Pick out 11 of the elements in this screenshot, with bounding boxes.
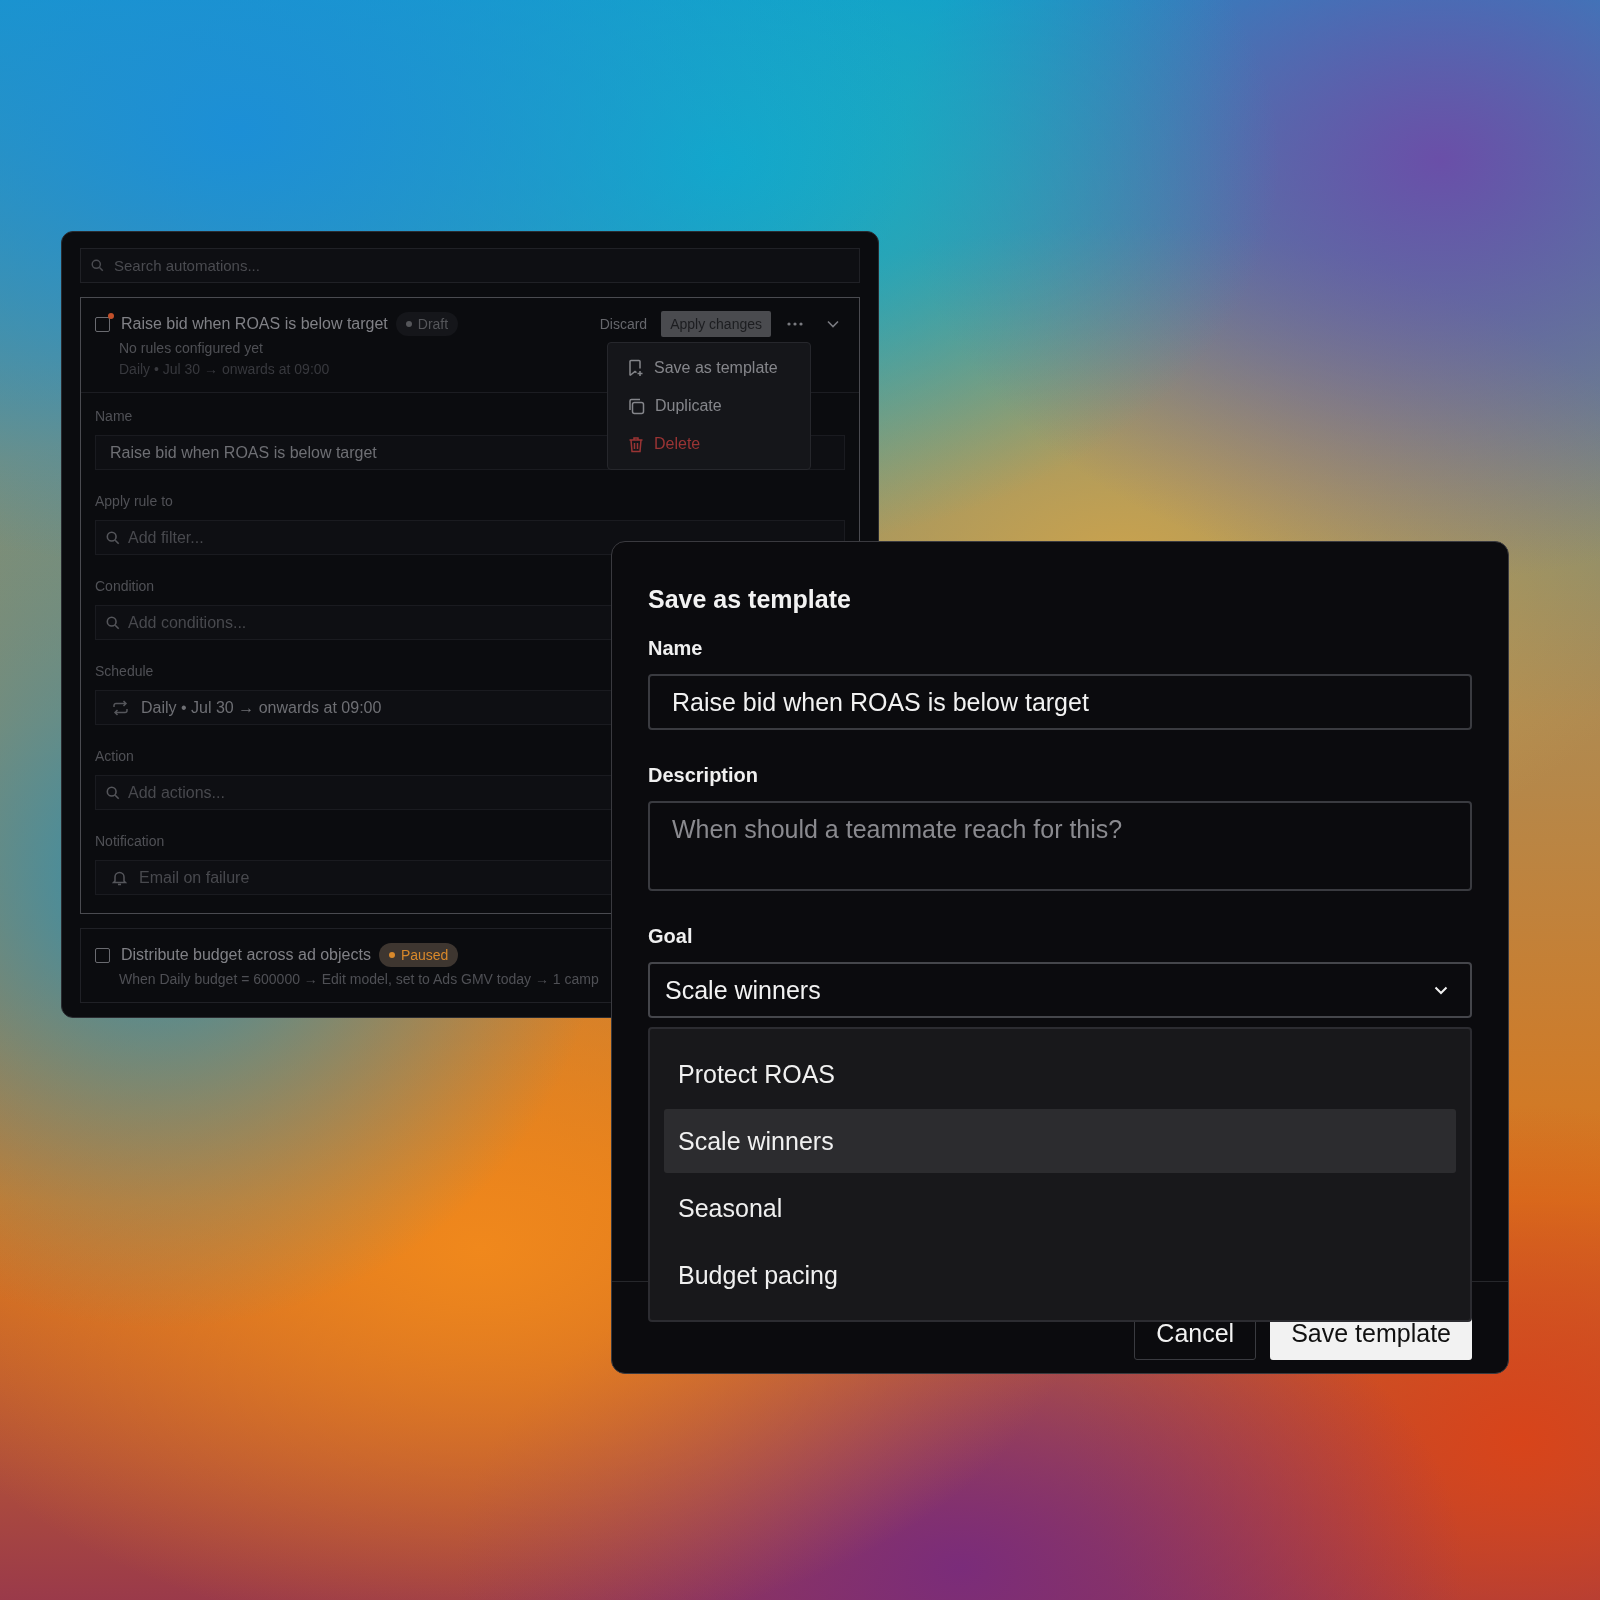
field-label: Condition: [95, 577, 156, 595]
field-label: Action: [95, 747, 135, 765]
field-label: Schedule: [95, 662, 155, 680]
field-label: Goal: [648, 924, 694, 948]
automation-summary: No rules configured yet: [119, 339, 263, 358]
field-label: Apply rule to: [95, 492, 174, 510]
field-label: Notification: [95, 832, 166, 850]
automation-summary: When Daily budget = 600000 → Edit model, set to Ads GMV today → 1 camp: [119, 970, 599, 989]
status-badge: Draft: [395, 312, 459, 336]
field-label: Name: [95, 407, 134, 425]
status-badge: Paused: [378, 943, 459, 967]
